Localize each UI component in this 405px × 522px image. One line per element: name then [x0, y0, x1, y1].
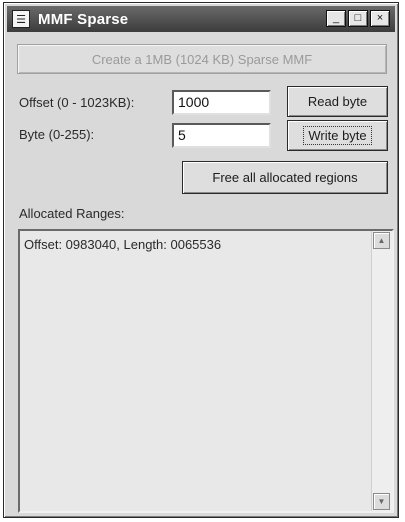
window-controls: _ □ × [326, 10, 390, 27]
vertical-scrollbar[interactable]: ▲ ▼ [371, 231, 392, 511]
window-title: MMF Sparse [38, 10, 129, 28]
document-icon: ☰ [12, 10, 30, 28]
read-byte-button[interactable]: Read byte [287, 86, 388, 117]
create-sparse-mmf-button[interactable]: Create a 1MB (1024 KB) Sparse MMF [17, 44, 387, 74]
list-item[interactable]: Offset: 0983040, Length: 0065536 [24, 237, 221, 252]
free-regions-label: Free all allocated regions [212, 170, 358, 185]
arrow-down-icon[interactable]: ▼ [373, 493, 390, 510]
app-window: ☰ MMF Sparse _ □ × Create a 1MB (1024 KB… [3, 2, 399, 518]
offset-input[interactable]: 1000 [172, 90, 271, 115]
allocated-ranges-label: Allocated Ranges: [19, 206, 125, 221]
byte-label: Byte (0-255): [19, 127, 95, 142]
minimize-button[interactable]: _ [326, 10, 346, 27]
title-bar[interactable]: ☰ MMF Sparse _ □ × [7, 6, 395, 32]
write-byte-button[interactable]: Write byte [287, 120, 388, 151]
close-button[interactable]: × [370, 10, 390, 27]
free-regions-button[interactable]: Free all allocated regions [182, 161, 388, 194]
allocated-ranges-list[interactable]: Offset: 0983040, Length: 0065536 ▲ ▼ [18, 229, 394, 513]
offset-label: Offset (0 - 1023KB): [19, 95, 135, 110]
maximize-button[interactable]: □ [348, 10, 368, 27]
create-button-label: Create a 1MB (1024 KB) Sparse MMF [91, 51, 313, 67]
write-byte-label: Write byte [303, 126, 372, 145]
byte-input[interactable]: 5 [172, 123, 271, 148]
arrow-up-icon[interactable]: ▲ [373, 232, 390, 249]
read-byte-label: Read byte [307, 94, 368, 109]
